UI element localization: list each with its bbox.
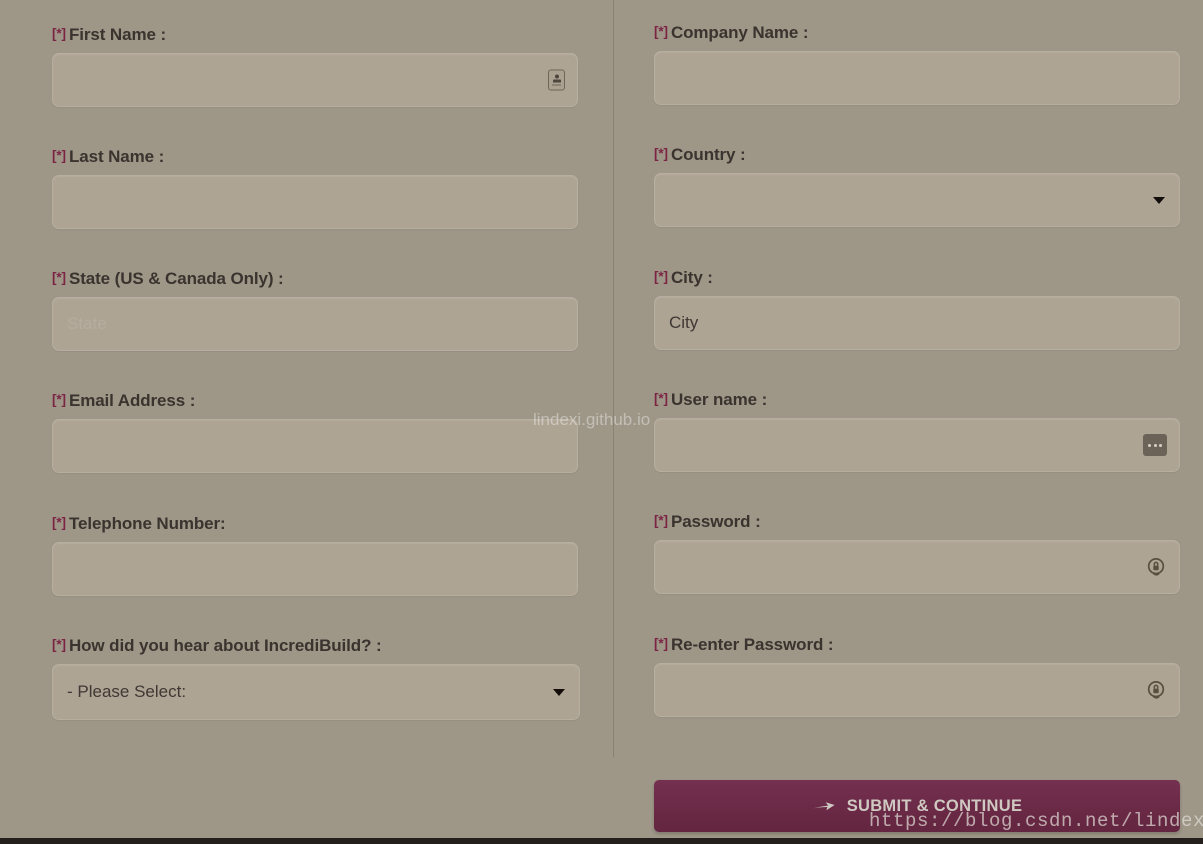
- label-text: Company Name :: [670, 23, 809, 42]
- field-state: [*] State (US & Canada Only) : State: [52, 268, 578, 351]
- label-text: Re-enter Password :: [670, 635, 834, 654]
- label-email-address: [*] Email Address :: [52, 390, 578, 411]
- field-first-name: [*] First Name :: [52, 24, 578, 107]
- input-wrap-state: State: [52, 297, 578, 351]
- input-last-name[interactable]: [52, 175, 578, 229]
- chevron-down-icon: [553, 688, 565, 696]
- input-telephone-number[interactable]: [52, 542, 578, 596]
- label-last-name: [*] Last Name :: [52, 146, 578, 167]
- label-text: Last Name :: [68, 147, 165, 166]
- select-value: - Please Select:: [67, 682, 187, 701]
- chevron-down-icon: [1153, 196, 1165, 204]
- input-first-name[interactable]: [52, 53, 578, 107]
- input-email-address[interactable]: [52, 419, 578, 473]
- field-city: [*] City : City: [654, 267, 1180, 350]
- input-placeholder: State: [67, 314, 107, 333]
- label-re-enter-password: [*] Re-enter Password :: [654, 634, 1180, 655]
- label-text: Country :: [670, 145, 746, 164]
- field-email-address: [*] Email Address :: [52, 390, 578, 473]
- select-how-did-you-hear[interactable]: - Please Select:: [52, 664, 580, 720]
- required-marker: [*]: [654, 513, 668, 528]
- label-text: Email Address :: [68, 391, 196, 410]
- label-city: [*] City :: [654, 267, 1180, 288]
- label-text: How did you hear about IncrediBuild? :: [68, 636, 382, 655]
- lock-icon[interactable]: [1145, 556, 1167, 578]
- ellipsis-icon[interactable]: [1143, 434, 1167, 456]
- field-company-name: [*] Company Name :: [654, 22, 1180, 105]
- field-last-name: [*] Last Name :: [52, 146, 578, 229]
- input-wrap-user-name: [654, 418, 1180, 472]
- required-marker: [*]: [52, 515, 66, 530]
- input-password[interactable]: [654, 540, 1180, 594]
- required-marker: [*]: [52, 392, 66, 407]
- label-first-name: [*] First Name :: [52, 24, 578, 45]
- field-country: [*] Country :: [654, 144, 1180, 227]
- input-wrap-password: [654, 540, 1180, 594]
- field-re-enter-password: [*] Re-enter Password :: [654, 634, 1180, 717]
- bottom-strip: [0, 838, 1203, 844]
- required-marker: [*]: [654, 269, 668, 284]
- input-wrap-first-name: [52, 53, 578, 107]
- required-marker: [*]: [654, 636, 668, 651]
- label-state: [*] State (US & Canada Only) :: [52, 268, 578, 289]
- input-wrap-telephone-number: [52, 542, 578, 596]
- field-telephone-number: [*] Telephone Number:: [52, 513, 578, 596]
- required-marker: [*]: [654, 146, 668, 161]
- label-how-did-you-hear: [*] How did you hear about IncrediBuild? …: [52, 635, 580, 656]
- select-country[interactable]: [654, 173, 1180, 227]
- required-marker: [*]: [654, 391, 668, 406]
- field-how-did-you-hear: [*] How did you hear about IncrediBuild? …: [52, 635, 580, 720]
- input-re-enter-password[interactable]: [654, 663, 1180, 717]
- label-text: First Name :: [68, 25, 167, 44]
- label-text: Telephone Number:: [68, 514, 226, 533]
- input-wrap-last-name: [52, 175, 578, 229]
- input-state[interactable]: State: [52, 297, 578, 351]
- required-marker: [*]: [52, 148, 66, 163]
- input-wrap-how-did-you-hear: - Please Select:: [52, 664, 580, 720]
- required-marker: [*]: [52, 637, 66, 652]
- label-password: [*] Password :: [654, 511, 1180, 532]
- input-company-name[interactable]: [654, 51, 1180, 105]
- input-city[interactable]: City: [654, 296, 1180, 350]
- arrow-right-icon: [812, 802, 835, 811]
- input-wrap-company-name: [654, 51, 1180, 105]
- input-wrap-re-enter-password: [654, 663, 1180, 717]
- input-user-name[interactable]: [654, 418, 1180, 472]
- lock-icon[interactable]: [1145, 679, 1167, 701]
- required-marker: [*]: [52, 270, 66, 285]
- submit-and-continue-button[interactable]: SUBMIT & CONTINUE: [654, 780, 1180, 832]
- label-country: [*] Country :: [654, 144, 1180, 165]
- input-value: City: [669, 313, 699, 332]
- label-user-name: [*] User name :: [654, 389, 1180, 410]
- field-password: [*] Password :: [654, 511, 1180, 594]
- input-wrap-city: City: [654, 296, 1180, 350]
- column-divider: [613, 0, 614, 757]
- label-telephone-number: [*] Telephone Number:: [52, 513, 578, 534]
- input-wrap-email-address: [52, 419, 578, 473]
- label-text: City :: [670, 268, 713, 287]
- label-text: User name :: [670, 390, 768, 409]
- registration-form-page: [*] First Name : [*] Last Name : [*] Sta…: [0, 0, 1203, 844]
- submit-button-label: SUBMIT & CONTINUE: [846, 796, 1023, 815]
- label-company-name: [*] Company Name :: [654, 22, 1180, 43]
- required-marker: [*]: [654, 24, 668, 39]
- label-text: Password :: [670, 512, 761, 531]
- contact-card-icon[interactable]: [548, 69, 565, 91]
- required-marker: [*]: [52, 26, 66, 41]
- input-wrap-country: [654, 173, 1180, 227]
- label-text: State (US & Canada Only) :: [68, 269, 284, 288]
- field-user-name: [*] User name :: [654, 389, 1180, 472]
